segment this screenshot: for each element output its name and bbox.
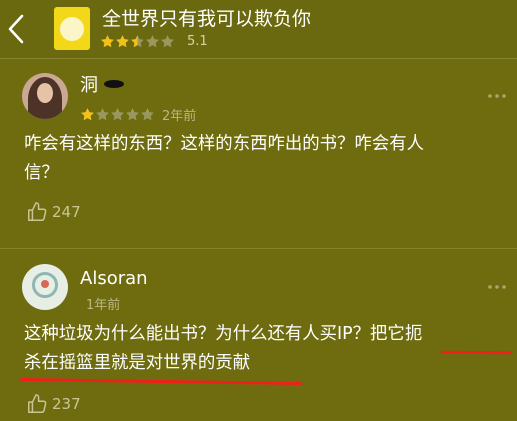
book-rating: 5.1 [100,33,208,49]
comment-meta: 2年前 [80,106,197,124]
username-decoration [104,80,124,88]
rating-stars [100,34,175,49]
top-bar: 全世界只有我可以欺负你 5.1 [0,0,517,58]
user-rating-stars [80,107,155,122]
like-count: 247 [52,203,81,221]
red-underline-mark [440,350,512,355]
more-dots-icon[interactable] [487,92,507,100]
star-icon [146,34,159,47]
like-button[interactable]: 237 [26,393,81,415]
comment-line: 这种垃圾为什么能出书？为什么还有人买IP？把它扼 [24,324,423,344]
comment-text: 咋会有这样的东西？这样的东西咋出的书？咋会有人 信？ [24,130,510,188]
comment-item: 洞 2年前 咋会有这样的东西？这样的东西咋出的书？咋会有人 信？ 247 [0,58,517,248]
comment-time: 1年前 [86,297,121,313]
star-icon [141,107,154,120]
comment-text: 这种垃圾为什么能出书？为什么还有人买IP？把它扼 杀在摇篮里就是对世界的贡献 [24,320,510,378]
more-dots-icon[interactable] [487,283,507,291]
star-icon [131,34,144,47]
book-title[interactable]: 全世界只有我可以欺负你 [102,7,311,31]
star-icon [101,34,114,47]
comment-item: Alsoran 1年前 这种垃圾为什么能出书？为什么还有人买IP？把它扼 杀在摇… [0,249,517,421]
star-icon [126,107,139,120]
comment-meta: 1年前 [80,295,121,313]
thumbs-up-icon [28,394,47,413]
username[interactable]: 洞 [80,71,98,97]
chevron-left-icon[interactable] [6,12,28,46]
comment-time: 2年前 [162,108,197,124]
star-icon [96,107,109,120]
username[interactable]: Alsoran [80,268,148,289]
star-icon [81,107,94,120]
comment-line: 咋会有这样的东西？这样的东西咋出的书？咋会有人 [24,134,424,154]
star-icon [116,34,129,47]
like-button[interactable]: 247 [26,201,81,223]
thumbs-up-icon [28,202,47,221]
rating-score: 5.1 [187,33,208,49]
comment-line: 信？ [24,163,59,183]
avatar[interactable] [22,73,68,119]
star-icon [111,107,124,120]
comment-line: 杀在摇篮里就是对世界的贡献 [24,353,251,373]
like-count: 237 [52,395,81,413]
avatar[interactable] [22,264,68,310]
book-cover-thumbnail[interactable] [54,7,90,50]
star-icon [161,34,174,47]
